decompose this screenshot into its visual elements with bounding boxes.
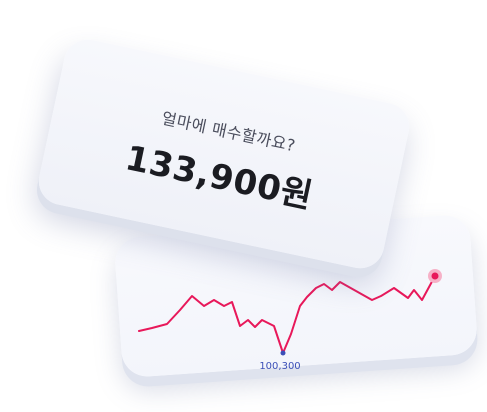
min-price-dot <box>280 350 286 356</box>
price-line <box>138 275 436 354</box>
stage: 100,300 얼마에 매수할까요? 133,900원 <box>0 0 487 412</box>
min-price-label: 100,300 <box>259 361 300 372</box>
current-price-dot <box>431 272 439 280</box>
